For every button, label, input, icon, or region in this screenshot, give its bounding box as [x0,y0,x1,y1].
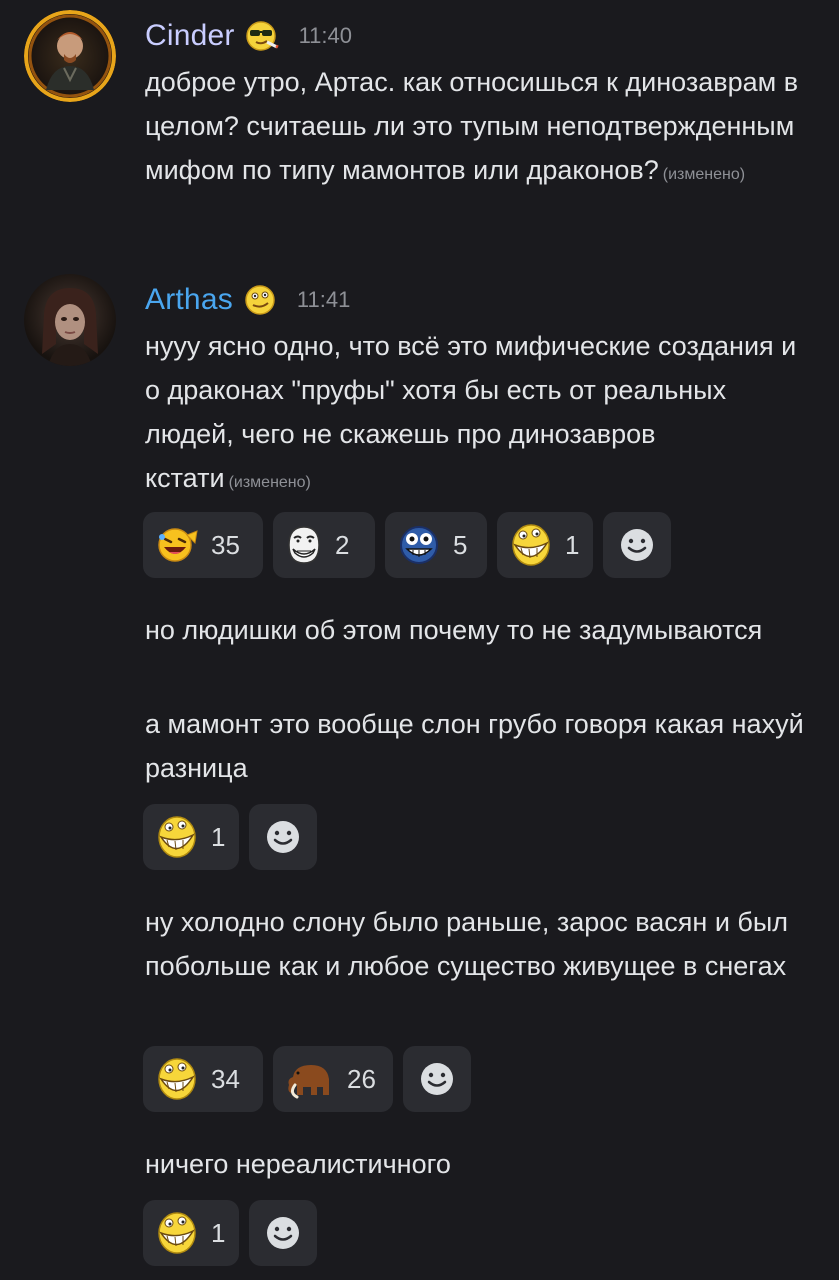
reaction-count: 2 [335,529,350,560]
reaction-grin[interactable]: 1 [143,804,239,870]
reaction-count: 1 [211,821,226,852]
sunglasses-face-icon [245,19,279,53]
message-text: а мамонт это вообще слон грубо говоря ка… [145,709,804,783]
reaction-count: 5 [453,529,468,560]
reaction-count: 35 [211,529,240,560]
troll-face-icon [288,526,320,564]
username-cinder[interactable]: Cinder [145,19,235,53]
grin-face-icon [158,816,196,858]
reaction-count: 1 [565,529,580,560]
message-text: доброе утро, Артас. как относишься к дин… [145,67,799,185]
message-text: нууу ясно одно, что всё это мифические с… [145,331,797,493]
reaction-crazy[interactable]: 5 [385,512,487,578]
reaction-bar: 1 [143,804,317,870]
edited-label: (изменено) [228,474,311,491]
smiley-add-icon [421,1063,453,1095]
reaction-grin[interactable]: 1 [143,1200,239,1266]
crazy-face-icon [400,526,438,564]
reaction-count: 1 [211,1217,226,1248]
timestamp: 11:40 [298,23,352,48]
message-text: но людишки об этом почему то не задумыва… [145,615,763,645]
reaction-grin[interactable]: 34 [143,1046,263,1112]
add-reaction-button[interactable] [249,804,317,870]
reaction-bar: 34 26 [143,1046,471,1112]
edited-label: (изменено) [662,166,746,183]
avatar-arthas[interactable] [24,274,116,366]
smirk-face-icon [243,283,277,317]
add-reaction-button[interactable] [249,1200,317,1266]
reaction-bar: 1 [143,1200,317,1266]
grin-face-icon [158,1058,196,1100]
reaction-troll[interactable]: 2 [273,512,375,578]
grin-face-icon [512,524,550,566]
reaction-mammoth[interactable]: 26 [273,1046,393,1112]
laughing-face-icon [158,528,198,562]
smiley-add-icon [621,529,653,561]
avatar-cinder[interactable] [24,10,116,102]
username-arthas[interactable]: Arthas [145,283,233,317]
message-text: ничего нереалистичного [145,1149,451,1179]
message-text: ну холодно слону было раньше, зарос вася… [145,907,789,981]
reaction-count: 34 [211,1063,240,1094]
smiley-add-icon [267,1217,299,1249]
add-reaction-button[interactable] [603,512,671,578]
smiley-add-icon [267,821,299,853]
reaction-grin[interactable]: 1 [497,512,593,578]
add-reaction-button[interactable] [403,1046,471,1112]
timestamp: 11:41 [296,287,351,312]
reaction-bar: 35 2 5 1 [143,512,671,578]
grin-face-icon [158,1212,196,1254]
reaction-laughing[interactable]: 35 [143,512,263,578]
mammoth-icon [288,1065,329,1099]
reaction-count: 26 [347,1063,376,1094]
